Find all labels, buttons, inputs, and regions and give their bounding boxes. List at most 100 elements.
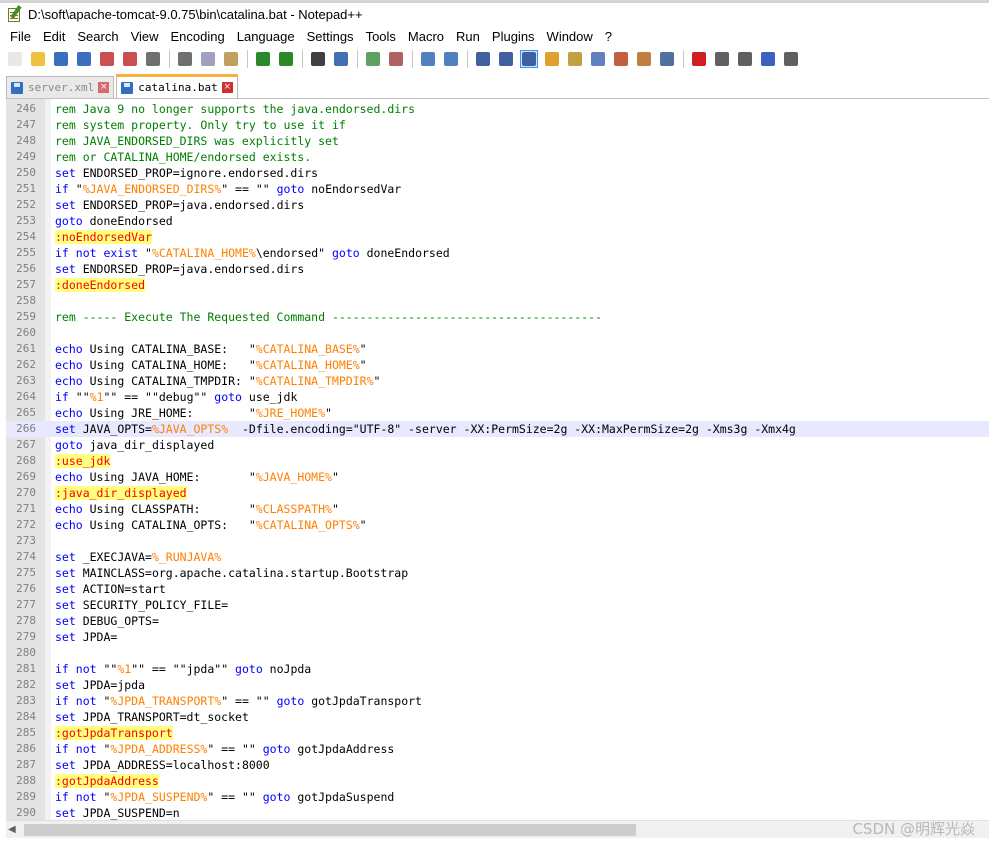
scrollbar-thumb[interactable] (24, 824, 636, 836)
code-token: :gotJpdaAddress (55, 774, 159, 788)
word-wrap-icon[interactable] (474, 50, 492, 68)
code-line[interactable]: 275 set MAINCLASS=org.apache.catalina.sta… (6, 565, 989, 581)
code-line[interactable]: 253 goto doneEndorsed (6, 213, 989, 229)
replace-icon[interactable] (332, 50, 350, 68)
horizontal-scrollbar[interactable]: ◀ (6, 820, 989, 838)
zoom-out-icon[interactable] (387, 50, 405, 68)
code-line[interactable]: 290 set JPDA_SUSPEND=n (6, 805, 989, 820)
code-line[interactable]: 289 if not "%JPDA_SUSPEND%" == "" goto go… (6, 789, 989, 805)
find-icon[interactable] (309, 50, 327, 68)
code-line[interactable]: 287 set JPDA_ADDRESS=localhost:8000 (6, 757, 989, 773)
monitoring-icon[interactable] (635, 50, 653, 68)
code-line[interactable]: 282 set JPDA=jpda (6, 677, 989, 693)
menu-language[interactable]: Language (231, 29, 301, 44)
undo-icon[interactable] (254, 50, 272, 68)
stop-recording-icon[interactable] (713, 50, 731, 68)
code-line[interactable]: 286 if not "%JPDA_ADDRESS%" == "" goto go… (6, 741, 989, 757)
code-line[interactable]: 256 set ENDORSED_PROP=java.endorsed.dirs (6, 261, 989, 277)
close-all-icon[interactable] (121, 50, 139, 68)
print-icon[interactable] (144, 50, 162, 68)
menu-tools[interactable]: Tools (360, 29, 402, 44)
code-line[interactable]: 272 echo Using CATALINA_OPTS: "%CATALINA_… (6, 517, 989, 533)
show-all-chars-icon[interactable] (497, 50, 515, 68)
code-line[interactable]: 265 echo Using JRE_HOME: "%JRE_HOME%" (6, 405, 989, 421)
code-line[interactable]: 255 if not exist "%CATALINA_HOME%\endorse… (6, 245, 989, 261)
code-line[interactable]: 261 echo Using CATALINA_BASE: "%CATALINA_… (6, 341, 989, 357)
code-line[interactable]: 280 (6, 645, 989, 661)
code-line[interactable]: 281 if not ""%1"" == ""jpda"" goto noJpda (6, 661, 989, 677)
code-line[interactable]: 277 set SECURITY_POLICY_FILE= (6, 597, 989, 613)
code-line[interactable]: 267 goto java_dir_displayed (6, 437, 989, 453)
menu-macro[interactable]: Macro (402, 29, 450, 44)
menu-file[interactable]: File (4, 29, 37, 44)
code-line[interactable]: 285:gotJpdaTransport (6, 725, 989, 741)
folder-as-workspace-icon[interactable] (612, 50, 630, 68)
code-line[interactable]: 284 set JPDA_TRANSPORT=dt_socket (6, 709, 989, 725)
menu-help[interactable]: ? (599, 29, 618, 44)
code-line[interactable]: 258 (6, 293, 989, 309)
close-tab-icon[interactable]: × (98, 82, 110, 93)
menu-window[interactable]: Window (541, 29, 599, 44)
menu-search[interactable]: Search (71, 29, 124, 44)
menu-view[interactable]: View (125, 29, 165, 44)
tab-catalina-bat[interactable]: catalina.bat × (116, 74, 238, 98)
code-line[interactable]: 270:java_dir_displayed (6, 485, 989, 501)
code-line[interactable]: 268:use_jdk (6, 453, 989, 469)
code-line[interactable]: 278 set DEBUG_OPTS= (6, 613, 989, 629)
code-line[interactable]: 276 set ACTION=start (6, 581, 989, 597)
code-line[interactable]: 271 echo Using CLASSPATH: "%CLASSPATH%" (6, 501, 989, 517)
code-line[interactable]: 246 rem Java 9 no longer supports the jav… (6, 101, 989, 117)
menu-settings[interactable]: Settings (301, 29, 360, 44)
copy-icon[interactable] (199, 50, 217, 68)
code-line[interactable]: 249 rem or CATALINA_HOME/endorsed exists. (6, 149, 989, 165)
save-icon[interactable] (52, 50, 70, 68)
code-line[interactable]: 252 set ENDORSED_PROP=java.endorsed.dirs (6, 197, 989, 213)
code-line[interactable]: 262 echo Using CATALINA_HOME: "%CATALINA_… (6, 357, 989, 373)
code-line[interactable]: 250 set ENDORSED_PROP=ignore.endorsed.dir… (6, 165, 989, 181)
close-tab-icon[interactable]: × (221, 82, 233, 93)
code-editor[interactable]: 246 rem Java 9 no longer supports the jav… (6, 98, 989, 820)
paste-icon[interactable] (222, 50, 240, 68)
code-line[interactable]: 279 set JPDA= (6, 629, 989, 645)
cut-icon[interactable] (176, 50, 194, 68)
document-map-icon[interactable] (566, 50, 584, 68)
code-line[interactable]: 288:gotJpdaAddress (6, 773, 989, 789)
tab-server-xml[interactable]: server.xml × (6, 76, 115, 98)
code-line[interactable]: 247 rem system property. Only try to use … (6, 117, 989, 133)
close-file-icon[interactable] (98, 50, 116, 68)
scroll-left-icon[interactable]: ◀ (8, 824, 16, 835)
code-line[interactable]: 274 set _EXECJAVA=%_RUNJAVA% (6, 549, 989, 565)
code-line[interactable]: 273 (6, 533, 989, 549)
run-macro-multiple-icon[interactable] (759, 50, 777, 68)
indent-guide-icon[interactable] (520, 50, 538, 68)
code-line[interactable]: 264 if ""%1"" == ""debug"" goto use_jdk (6, 389, 989, 405)
code-line[interactable]: 263 echo Using CATALINA_TMPDIR: "%CATALIN… (6, 373, 989, 389)
menu-plugins[interactable]: Plugins (486, 29, 541, 44)
code-line[interactable]: 269 echo Using JAVA_HOME: "%JAVA_HOME%" (6, 469, 989, 485)
sync-horizontal-icon[interactable] (442, 50, 460, 68)
open-file-icon[interactable] (29, 50, 47, 68)
code-line[interactable]: 251 if "%JAVA_ENDORSED_DIRS%" == "" goto … (6, 181, 989, 197)
record-macro-icon[interactable] (690, 50, 708, 68)
language-define-icon[interactable] (543, 50, 561, 68)
code-line[interactable]: 259 rem ----- Execute The Requested Comma… (6, 309, 989, 325)
sync-vertical-icon[interactable] (419, 50, 437, 68)
redo-icon[interactable] (277, 50, 295, 68)
function-list-icon[interactable] (589, 50, 607, 68)
code-line[interactable]: 260 (6, 325, 989, 341)
code-line[interactable]: 254:noEndorsedVar (6, 229, 989, 245)
menu-encoding[interactable]: Encoding (165, 29, 231, 44)
save-all-icon[interactable] (75, 50, 93, 68)
zoom-in-icon[interactable] (364, 50, 382, 68)
eye-icon[interactable] (658, 50, 676, 68)
code-text: set JPDA_SUSPEND=n (55, 805, 180, 820)
new-file-icon[interactable] (6, 50, 24, 68)
code-line[interactable]: 257:doneEndorsed (6, 277, 989, 293)
menu-edit[interactable]: Edit (37, 29, 71, 44)
code-line[interactable]: 266 set JAVA_OPTS=%JAVA_OPTS% -Dfile.enco… (6, 421, 989, 437)
code-line[interactable]: 248 rem JAVA_ENDORSED_DIRS was explicitly… (6, 133, 989, 149)
save-macro-icon[interactable] (782, 50, 800, 68)
code-line[interactable]: 283 if not "%JPDA_TRANSPORT%" == "" goto … (6, 693, 989, 709)
playback-macro-icon[interactable] (736, 50, 754, 68)
menu-run[interactable]: Run (450, 29, 486, 44)
